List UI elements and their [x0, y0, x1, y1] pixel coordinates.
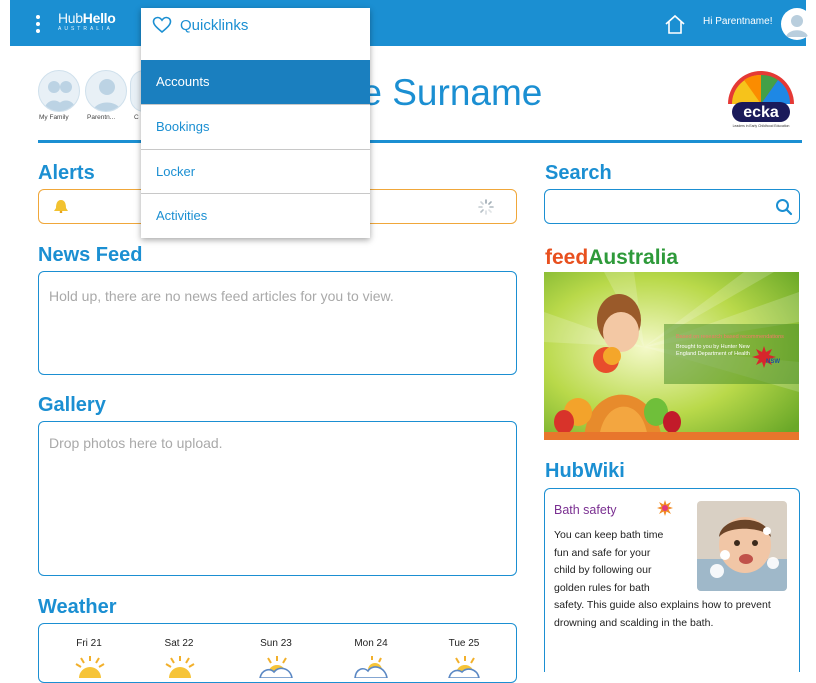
sun-icon: [165, 656, 195, 678]
weather-day-label: Mon 24: [354, 638, 388, 649]
gallery-heading: Gallery: [38, 394, 106, 416]
parent-avatar[interactable]: [85, 70, 127, 112]
news-feed-panel: Hold up, there are no news feed articles…: [38, 271, 517, 375]
child-avatar-label: C: [134, 114, 139, 121]
feed-caption: Based on research based recommendations …: [676, 334, 784, 358]
logo-sub: AUSTRALIA: [58, 26, 113, 32]
quicklink-locker[interactable]: Locker: [141, 149, 370, 193]
family-avatar-label: My Family: [39, 114, 69, 121]
feed-caption-line3: England Department of Health: [676, 351, 750, 357]
ecka-tagline: Leaders in Early Childhood Education: [733, 124, 790, 128]
weather-day-label: Tue 25: [448, 638, 480, 649]
wiki-article-title[interactable]: Bath safety: [554, 503, 617, 517]
hubwiki-panel: Bath safety You can keep bath time fun a…: [544, 488, 800, 672]
weather-panel: Fri 21 Sat 22 Sun 23 Mon 24 Tue 25: [38, 623, 517, 683]
quicklinks-title: Quicklinks: [180, 17, 249, 34]
wiki-text-line: child by following our: [554, 564, 652, 576]
nsw-logo-label: NSW: [766, 359, 780, 365]
wiki-text-line: fun and safe for your: [554, 546, 651, 559]
feed-australia-logo[interactable]: feedAustralia: [545, 246, 678, 270]
weather-heading: Weather: [38, 596, 117, 618]
quicklink-activities[interactable]: Activities: [141, 193, 370, 237]
home-icon[interactable]: [664, 14, 686, 34]
search-icon[interactable]: [775, 198, 793, 216]
quicklink-bookings[interactable]: Bookings: [141, 104, 370, 148]
bell-icon: [54, 200, 68, 213]
wiki-article-text: You can keep bath time fun and safe for …: [554, 527, 794, 632]
logo-part2: Hello: [82, 10, 116, 26]
user-avatar-icon[interactable]: [781, 8, 813, 40]
search-input[interactable]: [553, 196, 763, 218]
ecka-logo: ecka Leaders in Early Childhood Educatio…: [728, 71, 794, 128]
news-feed-empty-text: Hold up, there are no news feed articles…: [49, 288, 394, 304]
hubwiki-heading: HubWiki: [545, 460, 625, 482]
alerts-heading: Alerts: [38, 162, 95, 184]
gallery-dropzone[interactable]: Drop photos here to upload.: [38, 421, 517, 576]
news-feed-heading: News Feed: [38, 244, 143, 266]
quicklink-accounts[interactable]: Accounts: [141, 60, 370, 104]
heart-icon: [152, 16, 172, 34]
top-navigation-bar: HubHello AUSTRALIA Hi Parentname!: [10, 0, 813, 46]
logo-part1: Hub: [58, 10, 83, 26]
search-box: [544, 189, 800, 224]
feed-caption-line2: Brought to you by Hunter New: [676, 344, 750, 350]
feed-logo-australia: Australia: [588, 246, 679, 269]
wiki-text-line: golden rules for bath: [554, 581, 650, 594]
sun-icon: [75, 656, 105, 678]
weather-day-label: Sat 22: [164, 638, 194, 649]
partly-cloudy-icon: [259, 656, 293, 678]
cloud-icon: [354, 656, 388, 678]
burst-badge-icon: [657, 500, 673, 516]
feed-logo-feed: feed: [545, 246, 589, 269]
weather-day-label: Fri 21: [76, 638, 102, 649]
menu-kebab-icon[interactable]: [36, 15, 40, 33]
family-avatar[interactable]: [38, 70, 80, 112]
feed-australia-banner[interactable]: Based on research based recommendations …: [544, 272, 799, 440]
wiki-text-rest: safety. This guide also explains how to …: [554, 599, 771, 629]
feed-caption-line1: Based on research based recommendations: [676, 334, 784, 340]
user-greeting[interactable]: Hi Parentname!: [703, 16, 772, 27]
search-heading: Search: [545, 162, 612, 184]
quicklinks-header[interactable]: Quicklinks: [141, 8, 370, 60]
weather-day-label: Sun 23: [260, 638, 292, 649]
wiki-text-line: You can keep bath time: [554, 529, 664, 541]
parent-avatar-label: Parentn...: [87, 114, 116, 121]
ecka-wordmark: ecka: [743, 104, 779, 121]
partly-cloudy-icon: [448, 656, 480, 678]
gallery-drop-text: Drop photos here to upload.: [49, 435, 223, 451]
hubhello-logo[interactable]: HubHello AUSTRALIA: [58, 10, 116, 32]
spinner-icon: [478, 199, 494, 215]
quicklinks-dropdown: Quicklinks Accounts Bookings Locker Acti…: [141, 8, 370, 238]
